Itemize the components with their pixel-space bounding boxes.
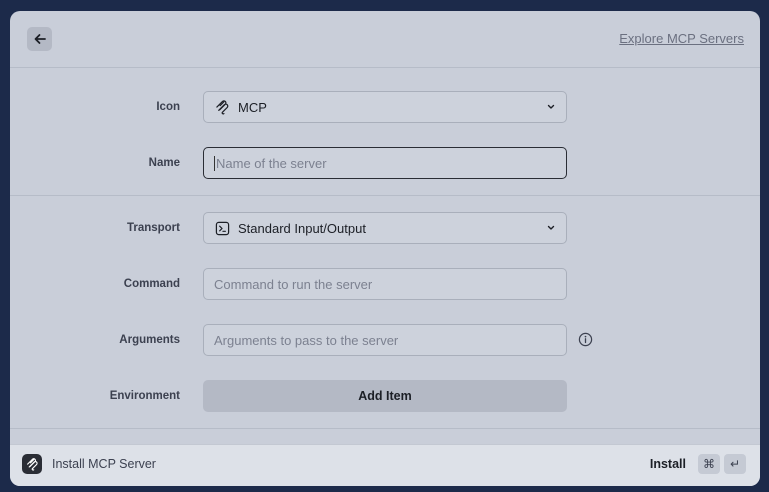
name-input[interactable]: Name of the server bbox=[203, 147, 567, 179]
command-placeholder: Command to run the server bbox=[214, 276, 373, 292]
transport-select[interactable]: Standard Input/Output bbox=[203, 212, 567, 244]
icon-label: Icon bbox=[156, 101, 180, 113]
arguments-label: Arguments bbox=[119, 334, 180, 346]
chevron-down-icon bbox=[547, 104, 555, 109]
name-label: Name bbox=[148, 157, 180, 169]
command-row: Command Command to run the server bbox=[10, 268, 760, 300]
icon-select[interactable]: MCP bbox=[203, 91, 567, 123]
info-icon[interactable] bbox=[578, 332, 593, 347]
transport-label: Transport bbox=[126, 222, 180, 234]
chevron-down-icon bbox=[547, 225, 555, 230]
command-key-badge: ⌘ bbox=[698, 454, 720, 474]
arguments-input[interactable]: Arguments to pass to the server bbox=[203, 324, 567, 356]
command-label: Command bbox=[123, 278, 180, 290]
mcp-logo-icon bbox=[214, 99, 230, 115]
name-placeholder: Name of the server bbox=[216, 155, 327, 171]
footer-title: Install MCP Server bbox=[52, 457, 156, 471]
footer-bar: Install MCP Server Install ⌘ ↵ bbox=[10, 444, 760, 486]
header: Explore MCP Servers bbox=[10, 11, 760, 68]
add-item-button[interactable]: Add Item bbox=[203, 380, 567, 412]
icon-select-value: MCP bbox=[238, 99, 267, 115]
transport-select-value: Standard Input/Output bbox=[238, 220, 366, 236]
environment-row: Environment Add Item bbox=[10, 380, 760, 412]
terminal-icon bbox=[214, 220, 230, 236]
back-button[interactable] bbox=[27, 27, 52, 51]
arguments-row: Arguments Arguments to pass to the serve… bbox=[10, 324, 760, 356]
arrow-left-icon bbox=[34, 34, 46, 44]
command-input[interactable]: Command to run the server bbox=[203, 268, 567, 300]
mcp-logo-icon bbox=[22, 454, 42, 474]
return-key-badge: ↵ bbox=[724, 454, 746, 474]
arguments-placeholder: Arguments to pass to the server bbox=[214, 332, 399, 348]
environment-label: Environment bbox=[109, 390, 180, 402]
install-mcp-window: Explore MCP Servers Icon MCP Name Name o… bbox=[10, 11, 760, 486]
section-divider bbox=[10, 195, 760, 196]
transport-row: Transport Standard Input/Output bbox=[10, 212, 760, 244]
icon-row: Icon MCP bbox=[10, 91, 760, 123]
install-button[interactable]: Install bbox=[650, 457, 686, 471]
section-divider bbox=[10, 428, 760, 429]
name-row: Name Name of the server bbox=[10, 147, 760, 179]
text-caret bbox=[214, 155, 215, 171]
explore-mcp-servers-link[interactable]: Explore MCP Servers bbox=[619, 31, 744, 46]
